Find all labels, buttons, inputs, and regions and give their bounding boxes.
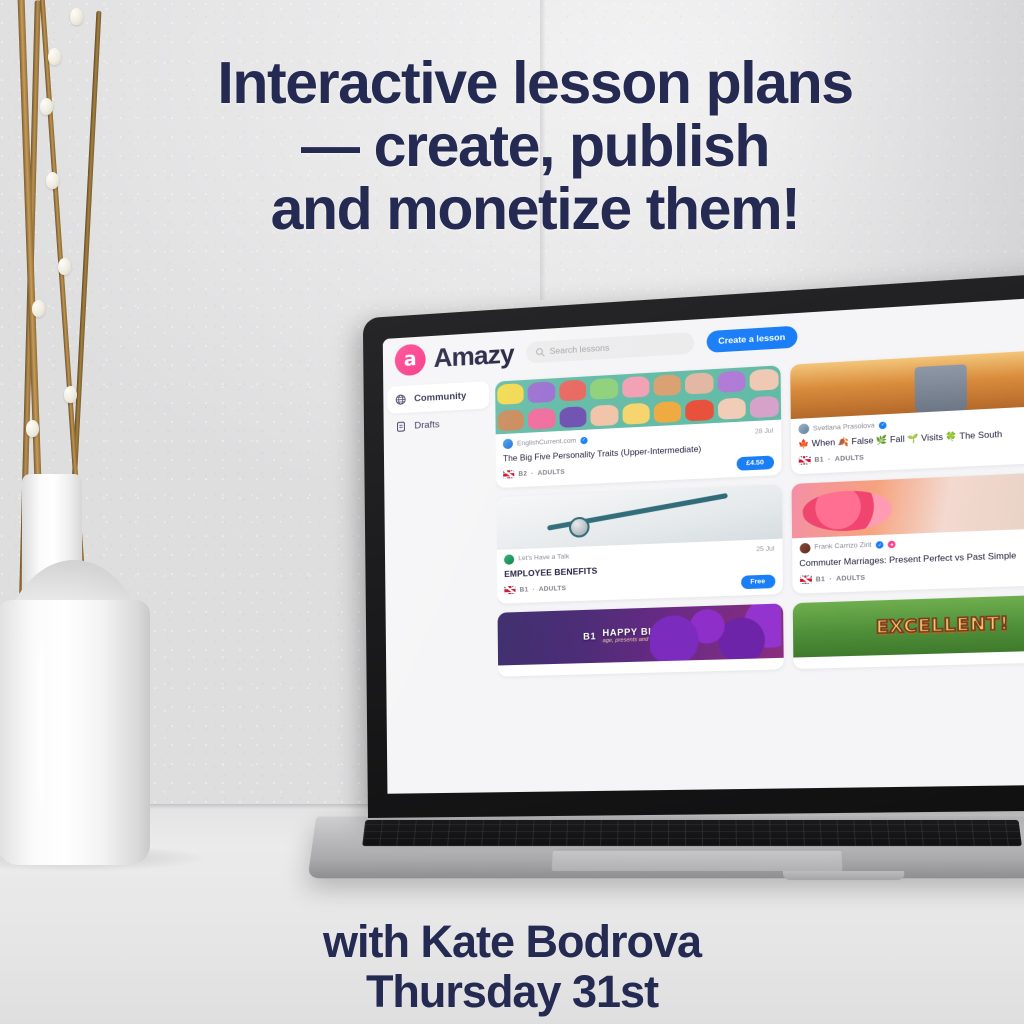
avatar bbox=[503, 554, 515, 565]
laptop-screen: a Amazy Search lessons Create a lesson C… bbox=[382, 293, 1024, 794]
search-icon bbox=[535, 347, 544, 357]
white-vase bbox=[0, 600, 150, 865]
page-title: Interactive lesson plans — create, publi… bbox=[90, 50, 980, 243]
separator-dot: · bbox=[532, 585, 535, 594]
lesson-level: B1 bbox=[814, 456, 824, 464]
laptop-base bbox=[307, 816, 1024, 881]
lesson-level: B2 bbox=[518, 470, 528, 478]
lesson-card[interactable]: Svetlana Prasolova ✓ 27 Jul 🍁 When 🍂 Fal… bbox=[789, 347, 1024, 475]
lesson-card[interactable]: Let's Have a Talk 25 Jul EMPLOYEE BENEFI… bbox=[496, 484, 783, 604]
uk-flag-icon bbox=[798, 456, 811, 466]
sidebar-item-drafts-label: Drafts bbox=[414, 419, 440, 432]
event-details: with Kate Bodrova Thursday 31st bbox=[0, 917, 1024, 1016]
lesson-level: B1 bbox=[519, 586, 529, 594]
uk-flag-icon bbox=[799, 575, 812, 585]
balloons-decoration bbox=[650, 603, 781, 662]
lesson-card[interactable]: EnglishCurrent.com ✓ 28 Jul The Big Five… bbox=[495, 365, 782, 489]
lesson-meta: Let's Have a Talk 25 Jul EMPLOYEE BENEFI… bbox=[497, 539, 783, 604]
lesson-thumbnail bbox=[496, 484, 782, 550]
headline-line-2: — create, publish bbox=[301, 113, 770, 180]
headline-line-1: Interactive lesson plans bbox=[217, 50, 854, 116]
banner-title: EXCELLENT! bbox=[875, 612, 1010, 639]
event-date: Thursday 31st bbox=[365, 965, 659, 1017]
lesson-date: 28 Jul bbox=[754, 426, 774, 436]
lesson-audience: ADULTS bbox=[836, 574, 866, 583]
uk-flag-icon bbox=[504, 586, 516, 595]
amazy-logo-icon: a bbox=[394, 342, 426, 376]
separator-dot: · bbox=[829, 575, 832, 583]
lesson-audience: ADULTS bbox=[538, 584, 567, 593]
search-placeholder: Search lessons bbox=[549, 342, 610, 357]
lesson-thumbnail bbox=[789, 347, 1024, 420]
document-icon bbox=[395, 421, 406, 433]
lesson-level: B1 bbox=[815, 575, 826, 584]
brand-name: Amazy bbox=[433, 337, 515, 373]
lesson-card[interactable]: EXCELLENT! bbox=[792, 593, 1024, 669]
laptop-front-notch bbox=[782, 871, 905, 881]
lesson-card[interactable]: B1 HAPPY BIRTHDAY age, presents and trad… bbox=[497, 603, 784, 677]
avatar bbox=[797, 423, 809, 435]
separator-dot: · bbox=[531, 470, 534, 478]
laptop-lid: a Amazy Search lessons Create a lesson C… bbox=[362, 269, 1024, 818]
presenter-name: with Kate Bodrova bbox=[322, 916, 702, 967]
keyboard bbox=[362, 819, 1022, 847]
avatar bbox=[502, 438, 514, 450]
vase-highlight bbox=[34, 640, 48, 810]
verified-icon: ✓ bbox=[879, 420, 887, 429]
verified-icon: ✓ bbox=[580, 436, 588, 444]
uk-flag-icon bbox=[503, 470, 515, 480]
app-body: Community Drafts EnglishCurrent.com ✓ 28… bbox=[383, 341, 1024, 794]
sidebar-item-drafts[interactable]: Drafts bbox=[387, 408, 489, 441]
lesson-author: Frank Carrizo Zirit bbox=[814, 541, 872, 552]
banner-level: B1 bbox=[583, 630, 597, 642]
create-a-lesson-button[interactable]: Create a lesson bbox=[706, 325, 798, 353]
lesson-price-badge[interactable]: Free bbox=[740, 574, 775, 590]
verified-icon: ✓ bbox=[876, 541, 884, 550]
premium-badge-icon: ★ bbox=[888, 541, 896, 549]
lesson-thumbnail: B1 HAPPY BIRTHDAY age, presents and trad… bbox=[497, 603, 784, 666]
trackpad[interactable] bbox=[550, 849, 844, 872]
lesson-author: Let's Have a Talk bbox=[518, 553, 570, 563]
sidebar: Community Drafts bbox=[383, 377, 499, 794]
headline-line-3: and monetize them! bbox=[270, 176, 801, 243]
lesson-audience: ADULTS bbox=[537, 468, 565, 477]
lesson-author: Svetlana Prasolova bbox=[812, 421, 875, 433]
lesson-audience: ADULTS bbox=[834, 454, 864, 463]
lesson-thumbnail bbox=[790, 470, 1024, 539]
sidebar-item-community-label: Community bbox=[414, 390, 467, 405]
search-input[interactable]: Search lessons bbox=[525, 331, 694, 364]
lesson-thumbnail: EXCELLENT! bbox=[792, 593, 1024, 658]
lesson-grid: EnglishCurrent.com ✓ 28 Jul The Big Five… bbox=[495, 341, 1024, 792]
lesson-author: EnglishCurrent.com bbox=[516, 436, 577, 447]
avatar bbox=[799, 542, 811, 554]
lesson-date: 25 Jul bbox=[756, 545, 775, 554]
brand-logo[interactable]: a Amazy bbox=[394, 337, 515, 376]
amazy-app: a Amazy Search lessons Create a lesson C… bbox=[382, 293, 1024, 794]
lesson-price-badge[interactable]: £4.50 bbox=[736, 455, 774, 471]
globe-icon bbox=[395, 394, 406, 406]
lesson-card[interactable]: Frank Carrizo Zirit ✓ ★ 25 Jul Commuter … bbox=[790, 470, 1024, 594]
separator-dot: · bbox=[828, 455, 831, 464]
